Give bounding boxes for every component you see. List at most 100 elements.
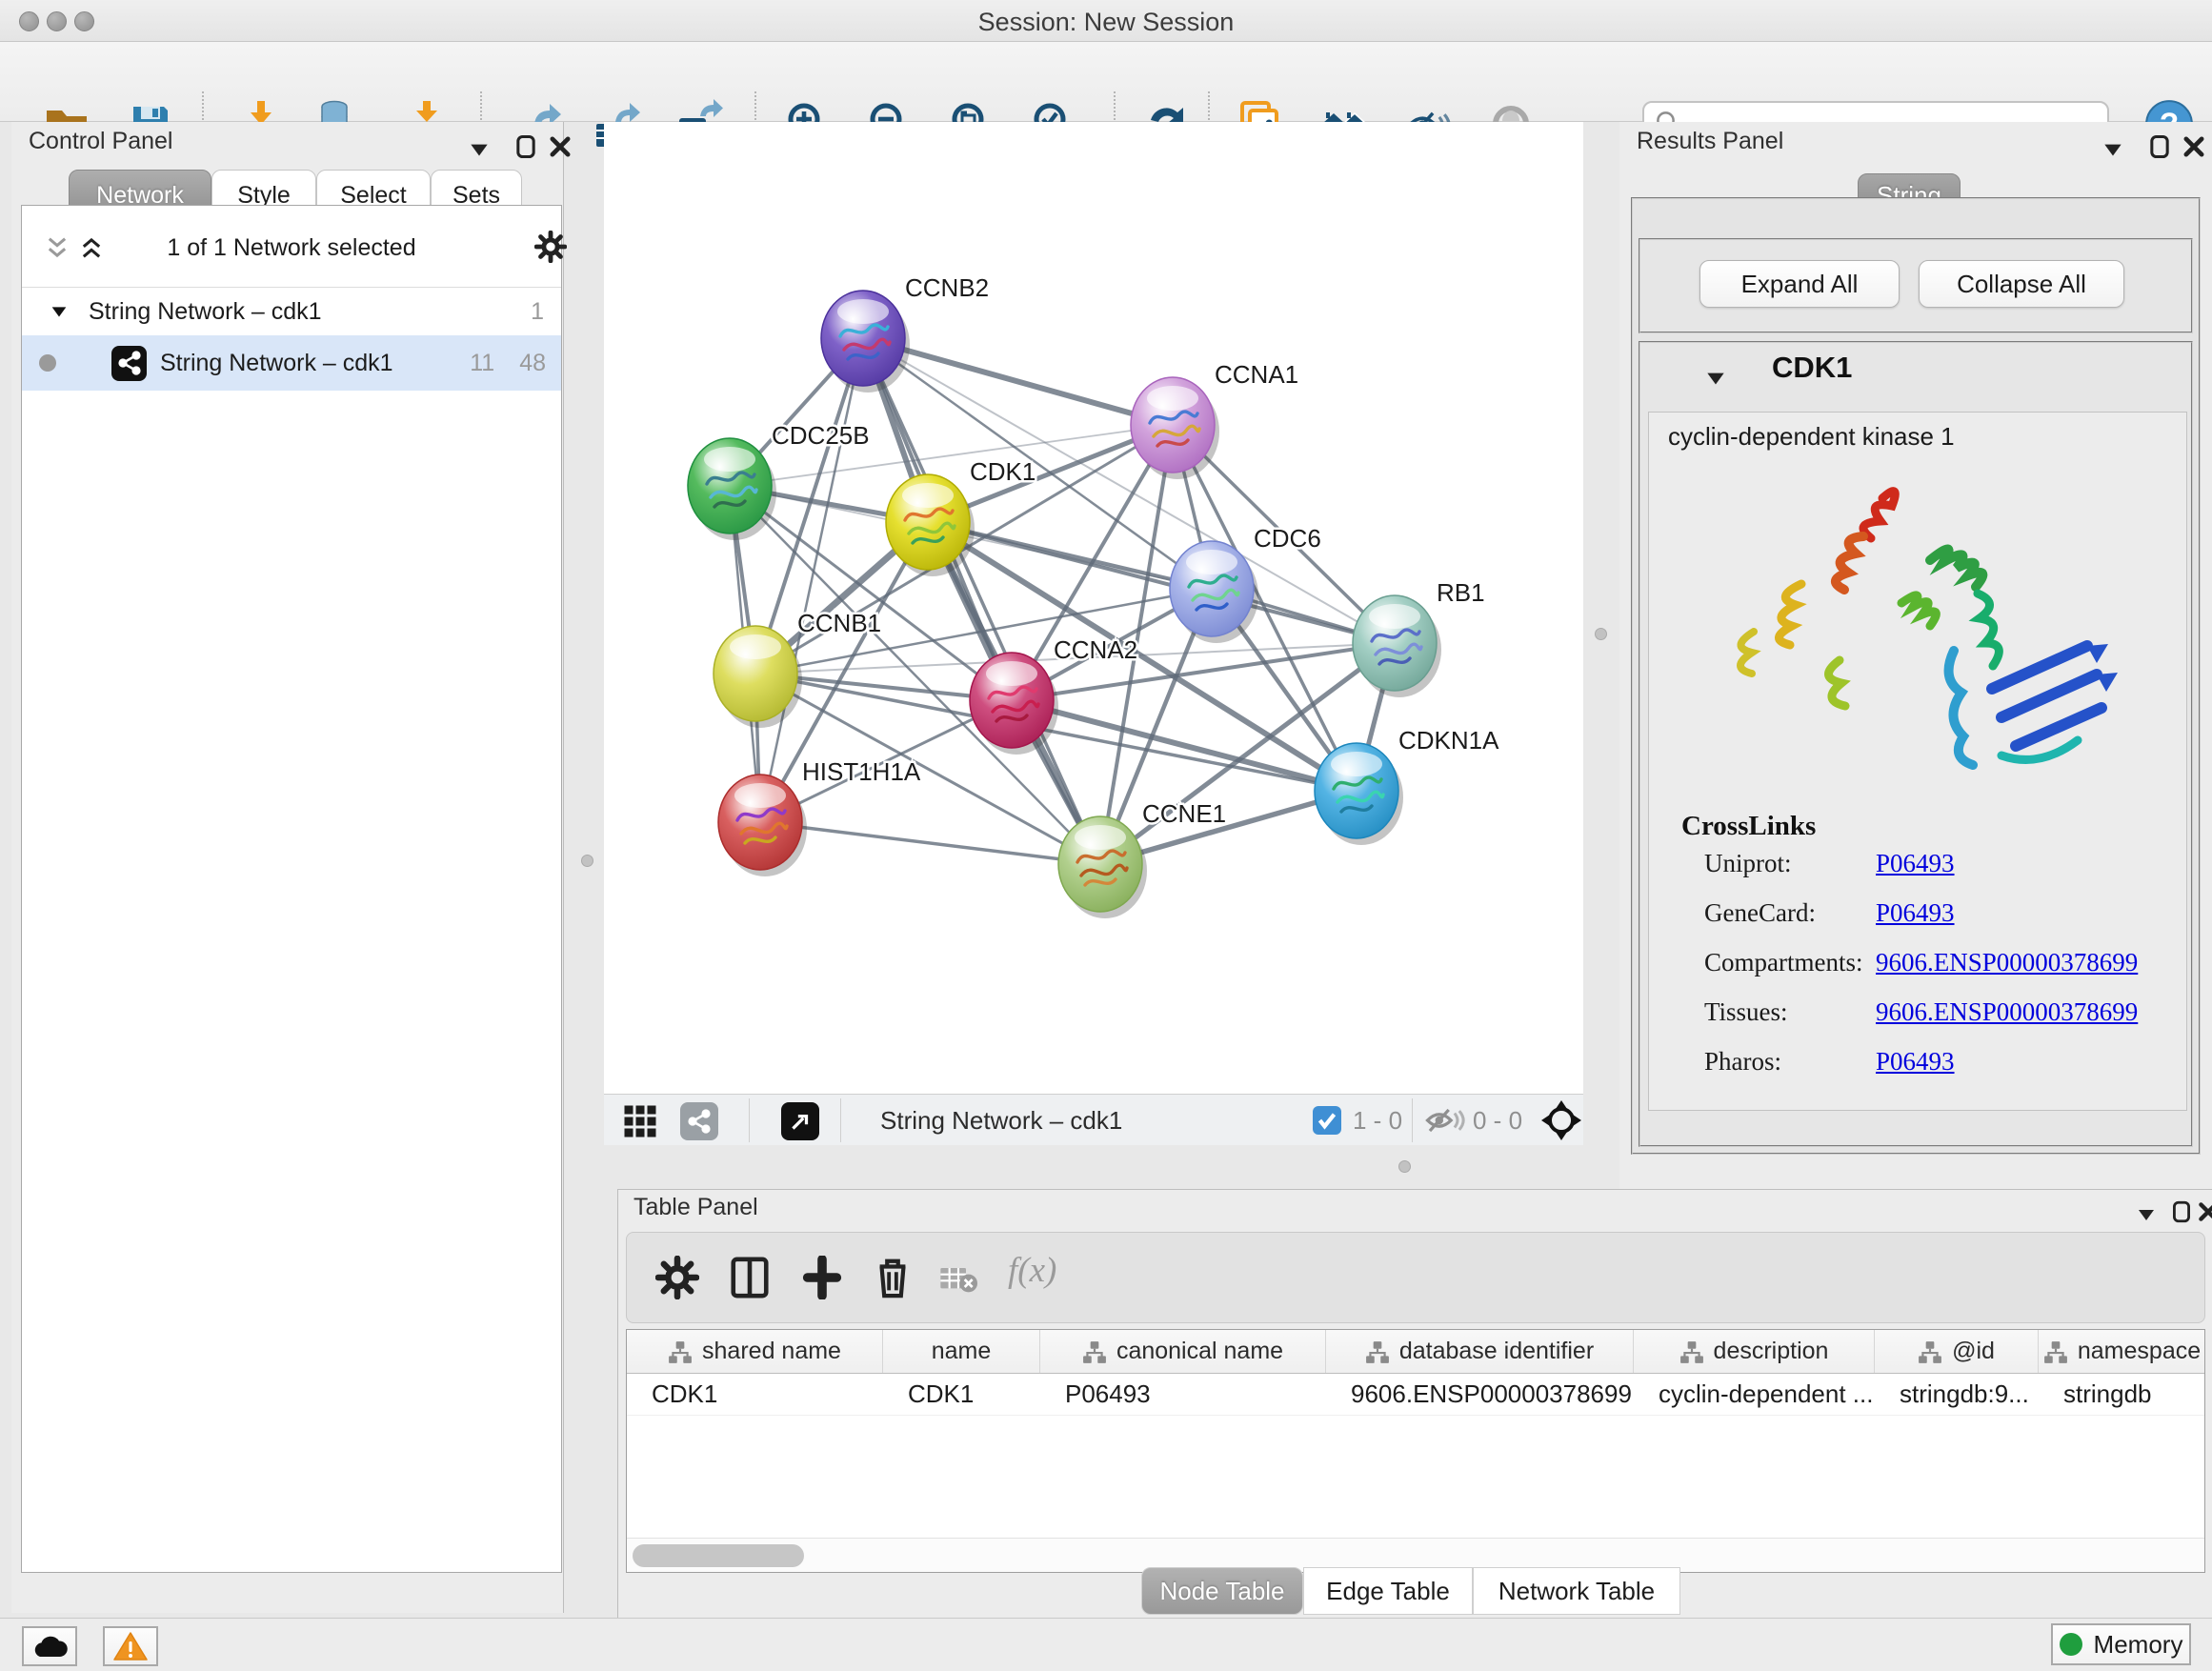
open-in-new-window-icon[interactable] bbox=[781, 1102, 819, 1140]
column-header-description[interactable]: description bbox=[1634, 1330, 1875, 1373]
tab-network-table[interactable]: Network Table bbox=[1473, 1567, 1680, 1615]
right-splitter-handle[interactable] bbox=[1595, 628, 1607, 640]
birds-eye-grid-icon[interactable] bbox=[621, 1102, 659, 1140]
maximize-panel-icon[interactable] bbox=[2169, 1199, 2194, 1224]
network-node-ccnb2[interactable]: CCNB2 bbox=[821, 273, 989, 393]
network-node-rb1[interactable]: RB1 bbox=[1353, 578, 1485, 697]
table-cell[interactable]: P06493 bbox=[1040, 1374, 1326, 1415]
string-network-icon bbox=[111, 346, 147, 381]
collection-expand-icon[interactable] bbox=[49, 301, 70, 322]
network-collection-row[interactable]: String Network – cdk1 1 bbox=[22, 288, 561, 335]
function-builder-icon[interactable]: f(x) bbox=[1008, 1250, 1056, 1291]
close-panel-icon[interactable] bbox=[547, 133, 573, 160]
scrollbar-thumb[interactable] bbox=[633, 1544, 804, 1567]
network-node-hist1h1a[interactable]: HIST1H1A bbox=[718, 757, 921, 876]
crosslink-link[interactable]: P06493 bbox=[1876, 1047, 1955, 1077]
crosslink-row: Pharos: P06493 bbox=[1649, 1047, 2188, 1097]
close-panel-icon[interactable] bbox=[2181, 133, 2207, 160]
main-toolbar: ? bbox=[0, 42, 2212, 122]
tab-node-table[interactable]: Node Table bbox=[1141, 1567, 1303, 1615]
gene-name: CDK1 bbox=[1772, 351, 1852, 385]
window-titlebar: Session: New Session bbox=[0, 0, 2212, 42]
table-settings-gear-icon[interactable] bbox=[655, 1256, 699, 1299]
crosslink-link[interactable]: P06493 bbox=[1876, 898, 1955, 928]
table-row[interactable]: CDK1CDK1P064939606.ENSP00000378699cyclin… bbox=[627, 1374, 2204, 1416]
hidden-eye-slash-icon bbox=[1425, 1106, 1465, 1135]
network-edge[interactable] bbox=[760, 822, 1100, 864]
float-panel-icon[interactable] bbox=[2135, 1203, 2158, 1226]
column-header-canonical-name[interactable]: canonical name bbox=[1040, 1330, 1326, 1373]
collapse-gene-icon[interactable] bbox=[1703, 366, 1728, 391]
table-cell[interactable]: CDK1 bbox=[627, 1374, 883, 1415]
delete-column-trash-icon[interactable] bbox=[871, 1256, 915, 1299]
collection-label: String Network – cdk1 bbox=[89, 298, 322, 326]
network-edge[interactable] bbox=[928, 522, 1395, 643]
crosslink-link[interactable]: 9606.ENSP00000378699 bbox=[1876, 948, 2138, 977]
selected-count: 1 - 0 bbox=[1353, 1106, 1402, 1136]
network-node-cdc6[interactable]: CDC6 bbox=[1170, 524, 1321, 643]
crosslink-row: Tissues:9606.ENSP00000378699 bbox=[1649, 997, 2188, 1047]
network-edge[interactable] bbox=[760, 338, 863, 822]
network-edge[interactable] bbox=[863, 338, 1173, 425]
warning-button[interactable] bbox=[103, 1626, 158, 1666]
warning-icon bbox=[113, 1631, 148, 1661]
table-cell[interactable]: stringdb bbox=[2039, 1374, 2205, 1415]
crosslink-link[interactable]: P06493 bbox=[1876, 849, 1955, 878]
node-label: CDC6 bbox=[1254, 524, 1321, 553]
node-table[interactable]: shared namenamecanonical namedatabase id… bbox=[626, 1329, 2205, 1573]
table-cell[interactable]: cyclin-dependent ... bbox=[1634, 1374, 1875, 1415]
memory-label: Memory bbox=[2094, 1630, 2183, 1660]
column-header--id[interactable]: @id bbox=[1875, 1330, 2039, 1373]
table-panel: Table Panel f(x) shared namenamecanonica… bbox=[617, 1189, 2212, 1618]
network-node-ccna1[interactable]: CCNA1 bbox=[1131, 360, 1298, 479]
table-cell[interactable]: stringdb:9... bbox=[1875, 1374, 2039, 1415]
create-column-icon[interactable] bbox=[800, 1256, 844, 1299]
maximize-panel-icon[interactable] bbox=[513, 133, 539, 160]
column-header-name[interactable]: name bbox=[883, 1330, 1040, 1373]
float-panel-icon[interactable] bbox=[2101, 137, 2125, 162]
network-node-ccne1[interactable]: CCNE1 bbox=[1058, 799, 1226, 918]
show-columns-icon[interactable] bbox=[728, 1256, 772, 1299]
protein-structure-image bbox=[1687, 470, 2144, 803]
node-label: CDKN1A bbox=[1398, 726, 1499, 755]
crosslink-label: Compartments: bbox=[1704, 948, 1862, 977]
column-header-namespace[interactable]: namespace bbox=[2039, 1330, 2205, 1373]
column-header-database-identifier[interactable]: database identifier bbox=[1326, 1330, 1634, 1373]
selected-checkbox-icon[interactable] bbox=[1313, 1106, 1341, 1135]
network-row-selected[interactable]: String Network – cdk1 11 48 bbox=[22, 335, 561, 391]
delete-table-icon[interactable] bbox=[939, 1265, 977, 1294]
crosslink-row: GeneCard:P06493 bbox=[1649, 898, 2188, 948]
table-cell[interactable]: CDK1 bbox=[883, 1374, 1040, 1415]
crosslink-row: Uniprot:P06493 bbox=[1649, 849, 2188, 898]
bottom-splitter-handle[interactable] bbox=[1398, 1160, 1411, 1173]
float-panel-icon[interactable] bbox=[467, 137, 492, 162]
network-overview-share-icon[interactable] bbox=[680, 1102, 718, 1140]
collection-count: 1 bbox=[531, 298, 544, 326]
memory-button[interactable]: Memory bbox=[2051, 1623, 2191, 1665]
gene-detail-box: cyclin-dependent kinase 1 bbox=[1648, 412, 2187, 1111]
node-label: RB1 bbox=[1437, 578, 1485, 607]
tab-edge-table[interactable]: Edge Table bbox=[1303, 1567, 1473, 1615]
table-cell[interactable]: 9606.ENSP00000378699 bbox=[1326, 1374, 1634, 1415]
crosshair-icon[interactable] bbox=[1539, 1098, 1583, 1147]
network-view-canvas[interactable]: CCNB2CCNA1CDC25BCDK1CDC6RB1CCNB1CCNA2CDK… bbox=[604, 122, 1583, 1094]
network-edge-count: 48 bbox=[519, 350, 546, 377]
column-header-shared-name[interactable]: shared name bbox=[627, 1330, 883, 1373]
node-label: CDK1 bbox=[970, 457, 1036, 486]
cloud-button[interactable] bbox=[22, 1626, 77, 1666]
gene-section: CDK1 cyclin-dependent kinase 1 bbox=[1639, 341, 2193, 1147]
gear-icon[interactable] bbox=[534, 231, 567, 263]
collapse-all-button[interactable]: Collapse All bbox=[1919, 260, 2124, 308]
close-panel-icon[interactable] bbox=[2196, 1199, 2212, 1224]
crosslink-label: Pharos: bbox=[1704, 1047, 1781, 1077]
crosslink-link[interactable]: 9606.ENSP00000378699 bbox=[1876, 997, 2138, 1027]
network-node-cdkn1a[interactable]: CDKN1A bbox=[1315, 726, 1499, 845]
maximize-panel-icon[interactable] bbox=[2146, 133, 2173, 160]
expand-all-button[interactable]: Expand All bbox=[1699, 260, 1900, 308]
network-edge[interactable] bbox=[1012, 700, 1357, 791]
node-label: CCNA2 bbox=[1054, 635, 1137, 664]
memory-status-dot-icon bbox=[2060, 1633, 2082, 1656]
status-bar: Memory bbox=[0, 1618, 2212, 1671]
left-splitter-handle[interactable] bbox=[581, 855, 593, 867]
results-panel-title: Results Panel bbox=[1637, 128, 1783, 155]
